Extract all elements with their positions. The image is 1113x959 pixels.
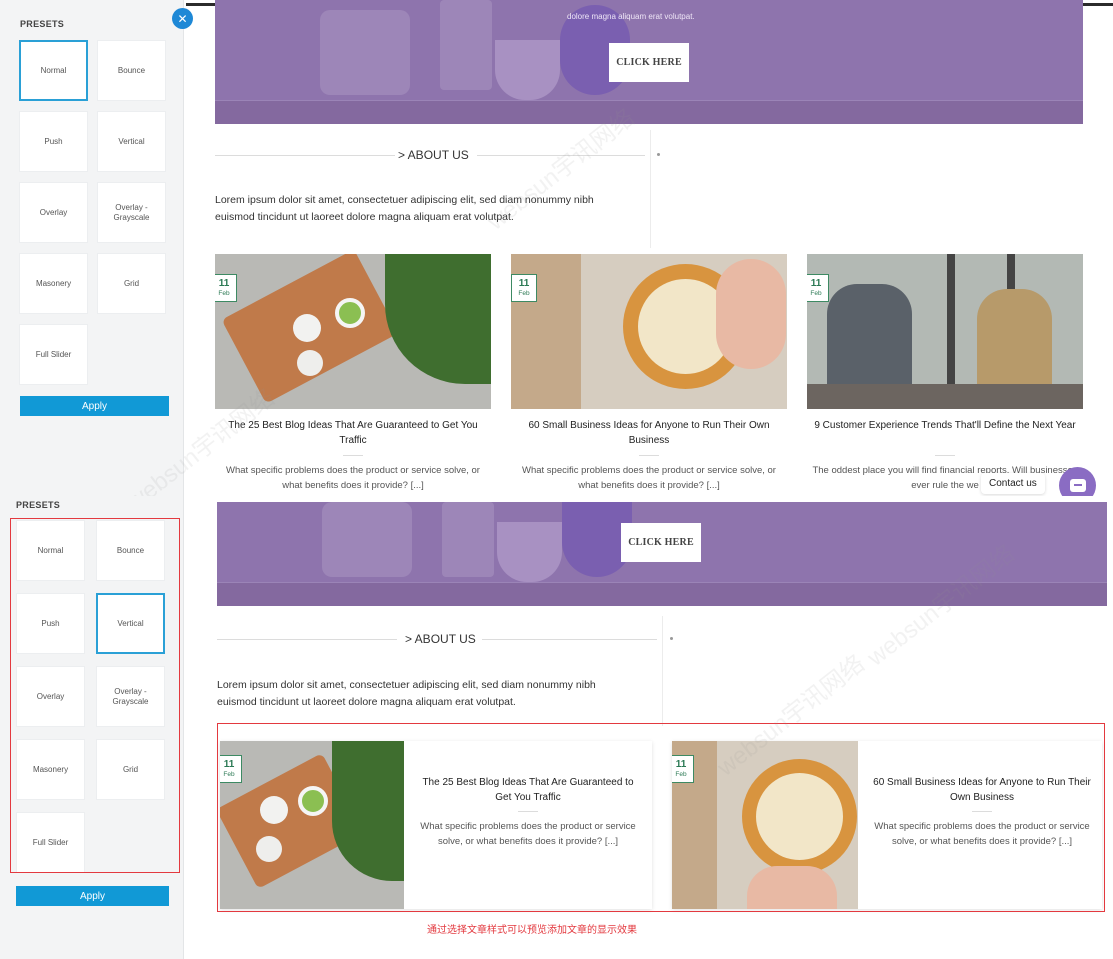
bowl-decoration: [335, 298, 365, 328]
date-badge: 11 Feb: [511, 274, 537, 302]
hero-banner: dolore magna aliquam erat volutpat. CLIC…: [215, 0, 1083, 124]
hand-decoration: [716, 259, 786, 369]
bullet-dot: [657, 153, 660, 156]
hero-text: dolore magna aliquam erat volutpat.: [567, 12, 695, 21]
preset-grid[interactable]: Grid: [97, 253, 166, 314]
preview-panel-normal: PRESETS Normal Bounce Push Vertical Over…: [0, 0, 1113, 498]
chat-button[interactable]: [1059, 467, 1096, 498]
desk-decoration: [807, 384, 1083, 409]
date-month: Feb: [218, 290, 230, 297]
shelf-decoration: [215, 100, 1083, 124]
preset-vertical[interactable]: Vertical: [97, 111, 166, 172]
post-image[interactable]: 11 Feb: [215, 254, 491, 409]
preset-push[interactable]: Push: [19, 111, 88, 172]
post-title[interactable]: 9 Customer Experience Trends That'll Def…: [807, 418, 1083, 433]
date-day: 11: [810, 278, 822, 289]
post-image[interactable]: 11 Feb: [807, 254, 1083, 409]
bowl-decoration: [297, 350, 323, 376]
posts-highlight-box: [217, 723, 1105, 912]
divider-line: [217, 639, 397, 640]
caption-text: 通过选择文章样式可以预览添加文章的显示效果: [427, 925, 637, 936]
contact-us-bubble[interactable]: Contact us: [981, 473, 1045, 494]
preset-masonery[interactable]: Masonery: [19, 253, 88, 314]
about-text-line: euismod tincidunt ut laoreet dolore magn…: [217, 696, 516, 708]
close-icon[interactable]: ✕: [172, 8, 193, 29]
leaf-decoration: [385, 254, 491, 384]
presets-sidebar: PRESETS Normal Bounce Push Vertical Over…: [0, 0, 184, 498]
preset-overlay-grayscale[interactable]: Overlay - Grayscale: [97, 182, 166, 243]
vase-decoration: [322, 502, 412, 577]
post-excerpt: What specific problems does the product …: [226, 465, 480, 491]
divider-line: [215, 155, 395, 156]
date-badge: 11 Feb: [215, 274, 237, 302]
about-title: > ABOUT US: [405, 632, 476, 646]
date-badge: 11 Feb: [807, 274, 829, 302]
hero-banner: CLICK HERE: [217, 502, 1107, 606]
date-day: 11: [218, 278, 230, 289]
title-rule: [935, 455, 955, 456]
bowl-decoration: [293, 314, 321, 342]
about-text-line: Lorem ipsum dolor sit amet, consectetuer…: [217, 679, 596, 691]
title-rule: [343, 455, 363, 456]
post-excerpt: What specific problems does the product …: [522, 465, 776, 491]
vase-decoration: [442, 502, 494, 577]
apply-button[interactable]: Apply: [20, 396, 169, 416]
preset-overlay[interactable]: Overlay: [19, 182, 88, 243]
about-title: > ABOUT US: [398, 148, 469, 162]
presets-title: PRESETS: [20, 19, 65, 29]
chat-icon: [1069, 479, 1086, 492]
preset-bounce[interactable]: Bounce: [97, 40, 166, 101]
click-here-button[interactable]: CLICK HERE: [621, 523, 701, 562]
shelf-decoration: [217, 582, 1107, 606]
post-image[interactable]: 11 Feb: [511, 254, 787, 409]
about-text-line: Lorem ipsum dolor sit amet, consectetuer…: [215, 194, 594, 206]
title-rule: [639, 455, 659, 456]
preset-full-slider[interactable]: Full Slider: [19, 324, 88, 385]
bullet-dot: [670, 637, 673, 640]
post-title[interactable]: The 25 Best Blog Ideas That Are Guarante…: [215, 418, 491, 448]
preset-normal[interactable]: Normal: [19, 40, 88, 101]
bowl-decoration: [495, 40, 560, 100]
apply-button[interactable]: Apply: [16, 886, 169, 906]
date-month: Feb: [518, 290, 530, 297]
post-title[interactable]: 60 Small Business Ideas for Anyone to Ru…: [511, 418, 787, 448]
date-month: Feb: [810, 290, 822, 297]
vase-decoration: [440, 0, 492, 90]
vase-decoration: [320, 10, 410, 95]
presets-highlight-box: [10, 518, 180, 873]
divider-line: [482, 639, 657, 640]
preview-panel-vertical: PRESETS Normal Bounce Push Vertical Over…: [0, 496, 1113, 959]
click-here-button[interactable]: CLICK HERE: [609, 43, 689, 82]
bowl-decoration: [497, 522, 562, 582]
divider-line: [477, 155, 645, 156]
about-text-line: euismod tincidunt ut laoreet dolore magn…: [215, 211, 514, 223]
presets-title: PRESETS: [16, 500, 61, 510]
column-separator: [650, 130, 651, 248]
date-day: 11: [518, 278, 530, 289]
column-separator: [662, 616, 663, 726]
